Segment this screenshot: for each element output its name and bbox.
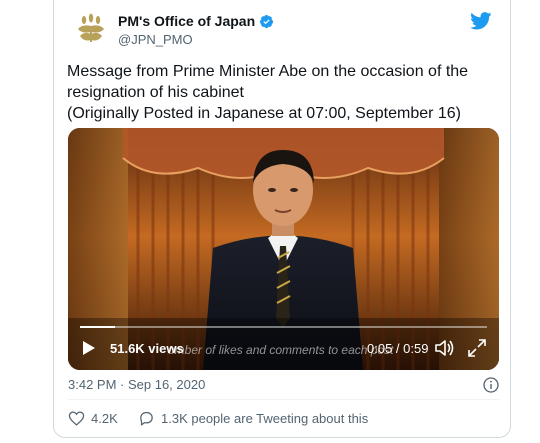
like-button[interactable]: 4.2K (68, 410, 118, 427)
video-player[interactable]: 51.6K views umber of likes and comments … (68, 128, 499, 370)
video-progress-bar[interactable] (80, 326, 487, 328)
tweeting-about-text: 1.3K people are Tweeting about this (161, 411, 369, 426)
play-icon[interactable] (82, 340, 96, 356)
tweet-text-line: Message from Prime Minister Abe on the o… (67, 63, 469, 80)
paulownia-emblem-icon (78, 13, 104, 42)
tweet-header: PM's Office of Japan @JPN_PMO (72, 10, 492, 54)
video-overlay-text: umber of likes and comments to each post (168, 343, 394, 357)
tweeting-about-button[interactable]: 1.3K people are Tweeting about this (138, 410, 368, 427)
tweet-timestamp[interactable]: 3:42 PM · Sep 16, 2020 (68, 377, 205, 392)
display-name-text[interactable]: PM's Office of Japan (118, 13, 255, 29)
avatar[interactable] (72, 10, 110, 48)
info-icon[interactable] (483, 377, 499, 393)
twitter-bird-icon[interactable] (470, 12, 492, 30)
tweet-card[interactable]: PM's Office of Japan @JPN_PMO Message fr… (53, 0, 511, 438)
divider (68, 399, 499, 400)
volume-icon[interactable] (434, 339, 454, 357)
tweet-text-line: (Originally Posted in Japanese at 07:00,… (67, 105, 462, 122)
tweet-text-line: resignation of his cabinet (67, 84, 244, 101)
verified-icon (260, 14, 274, 28)
like-count: 4.2K (91, 411, 118, 426)
video-controls: 51.6K views umber of likes and comments … (68, 334, 499, 370)
expand-icon[interactable] (468, 339, 486, 357)
handle[interactable]: @JPN_PMO (118, 32, 274, 47)
video-time: 0:05 / 0:59 (367, 341, 429, 356)
tweet-text: Message from Prime Minister Abe on the o… (67, 61, 487, 124)
heart-icon (68, 411, 85, 426)
display-name[interactable]: PM's Office of Japan (118, 13, 274, 29)
chat-icon (140, 411, 153, 426)
video-progress-fill (80, 326, 115, 328)
